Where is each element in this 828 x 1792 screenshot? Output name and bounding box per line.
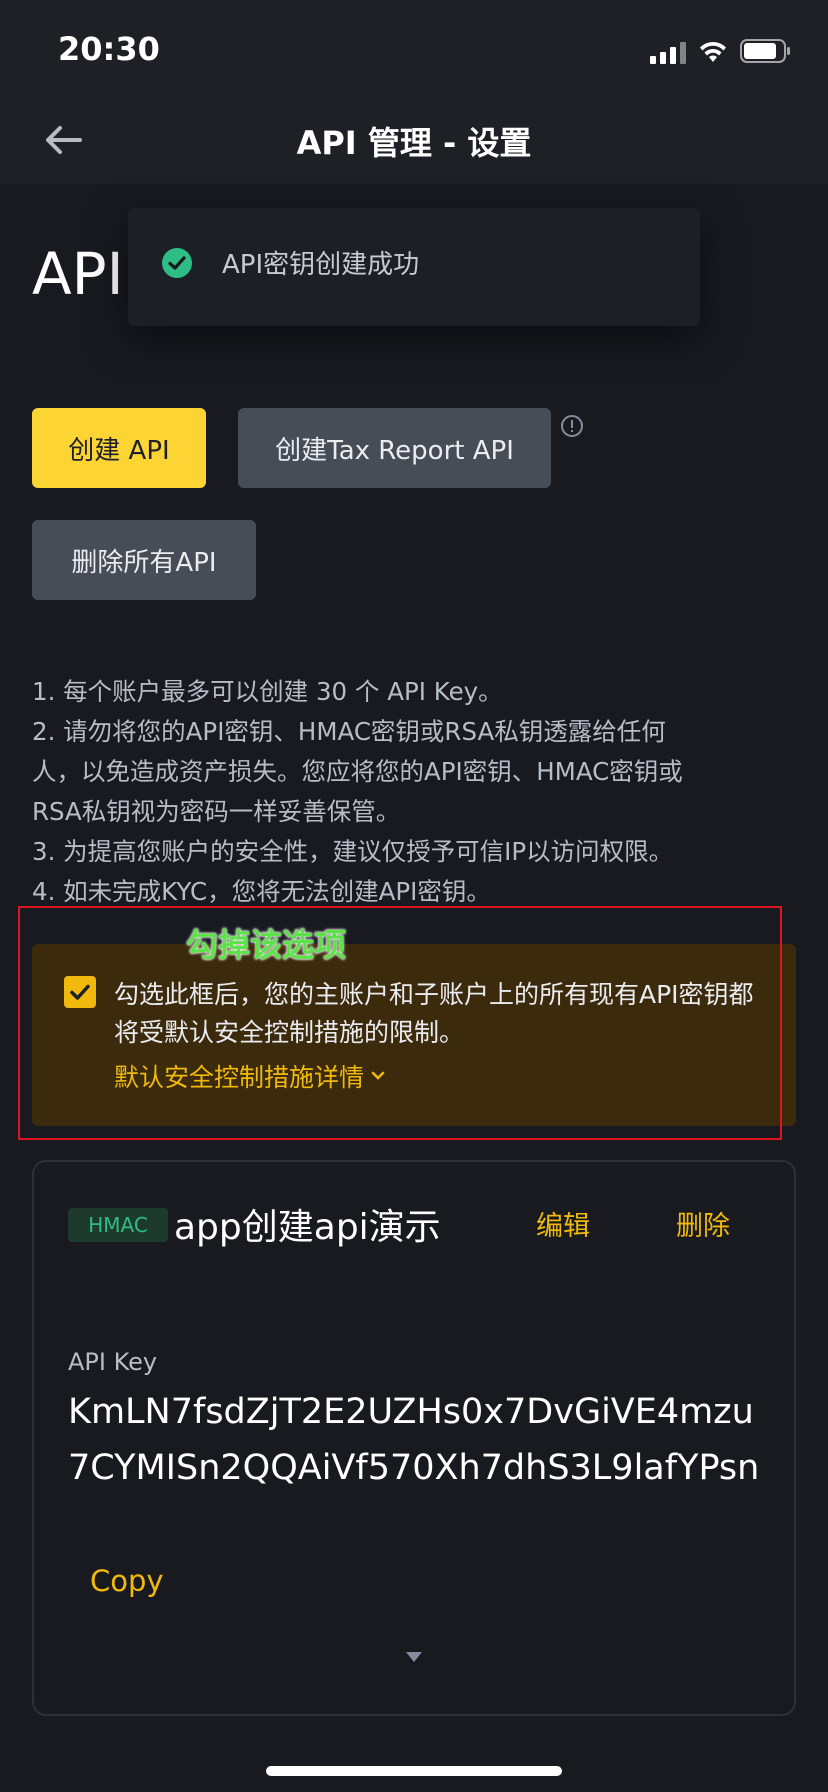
nav-bar: API 管理 - 设置 bbox=[0, 100, 828, 184]
create-api-button[interactable]: 创建 API bbox=[32, 408, 206, 488]
create-tax-report-api-button[interactable]: 创建Tax Report API bbox=[238, 408, 551, 488]
battery-icon bbox=[740, 39, 790, 63]
copy-api-key-button[interactable]: Copy bbox=[90, 1564, 164, 1598]
note-line: 人，以免造成资产损失。您应将您的API密钥、HMAC密钥或 bbox=[32, 757, 683, 786]
success-check-icon bbox=[162, 248, 192, 278]
wifi-icon bbox=[700, 41, 726, 62]
status-icons bbox=[650, 36, 792, 64]
delete-all-api-button[interactable]: 删除所有API bbox=[32, 520, 256, 600]
home-indicator bbox=[266, 1766, 562, 1776]
annotation-label: 勾掉该选项 bbox=[186, 926, 347, 964]
status-time: 20:30 bbox=[58, 30, 160, 68]
toast-message: API密钥创建成功 bbox=[222, 250, 420, 280]
edit-api-button[interactable]: 编辑 bbox=[536, 1204, 590, 1243]
api-key-card: HMAC app创建api演示 编辑 删除 API Key KmLN7fsdZj… bbox=[32, 1160, 796, 1716]
page-title: API 管理 - 设置 bbox=[296, 124, 532, 162]
delete-api-button[interactable]: 删除 bbox=[676, 1204, 730, 1243]
note-line: RSA私钥视为密码一样妥善保管。 bbox=[32, 797, 401, 826]
annotation-highlight-box bbox=[18, 906, 782, 1140]
expand-caret-icon[interactable] bbox=[404, 1650, 424, 1664]
success-toast: API密钥创建成功 bbox=[128, 208, 700, 326]
info-icon[interactable] bbox=[560, 414, 584, 438]
api-key-value: KmLN7fsdZjT2E2UZHs0x7DvGiVE4mzu7CYMISn2Q… bbox=[68, 1392, 760, 1488]
cellular-signal-icon bbox=[650, 40, 686, 64]
api-key-label: API Key bbox=[68, 1348, 158, 1376]
note-line: 2. 请勿将您的API密钥、HMAC密钥或RSA私钥透露给任何 bbox=[32, 717, 666, 746]
api-name: app创建api演示 bbox=[174, 1207, 441, 1248]
note-line: 3. 为提高您账户的安全性，建议仅授予可信IP以访问权限。 bbox=[32, 837, 674, 866]
note-line: 1. 每个账户最多可以创建 30 个 API Key。 bbox=[32, 677, 503, 706]
status-bar: 20:30 bbox=[0, 0, 828, 100]
key-type-badge: HMAC bbox=[68, 1208, 168, 1242]
page-heading: API bbox=[32, 240, 124, 308]
api-notes: 1. 每个账户最多可以创建 30 个 API Key。 2. 请勿将您的API密… bbox=[32, 672, 792, 912]
